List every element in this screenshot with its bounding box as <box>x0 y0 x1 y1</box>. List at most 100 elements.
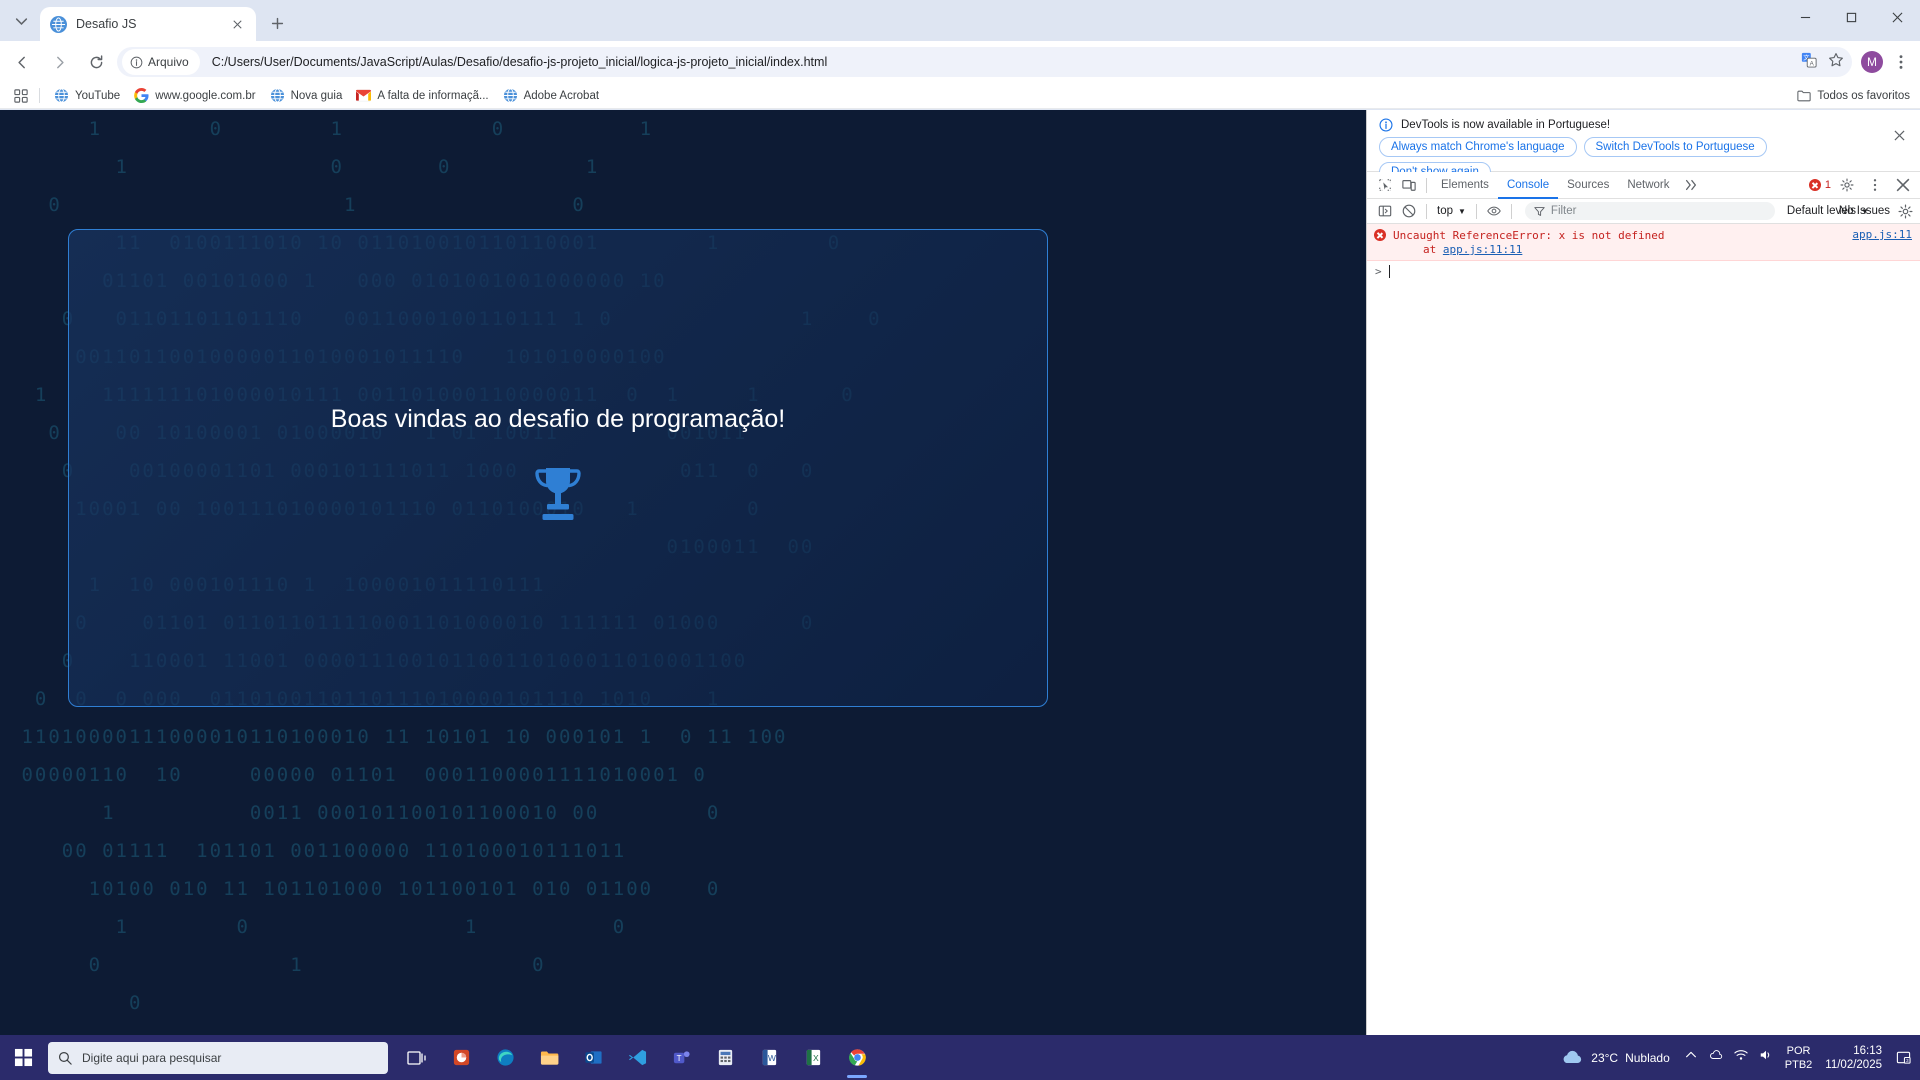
maximize-button[interactable] <box>1828 0 1874 34</box>
all-bookmarks-label: Todos os favoritos <box>1817 89 1910 102</box>
devtools-more-options-icon[interactable] <box>1863 174 1887 196</box>
divider <box>39 88 40 103</box>
onedrive-icon[interactable] <box>1709 1048 1723 1067</box>
text-caret <box>1388 265 1390 278</box>
weather-widget[interactable]: 23°C Nublado <box>1560 1049 1670 1066</box>
svg-text:T: T <box>676 1054 681 1063</box>
error-text: Uncaught ReferenceError: x is not define… <box>1393 229 1665 242</box>
search-placeholder: Digite aqui para pesquisar <box>82 1050 222 1065</box>
tab-strip: Desafio JS <box>0 0 1920 41</box>
console-sidebar-icon[interactable] <box>1373 200 1397 222</box>
network-icon[interactable] <box>1734 1048 1748 1067</box>
console-error-message[interactable]: Uncaught ReferenceError: x is not define… <box>1367 224 1920 261</box>
close-devtools-icon[interactable] <box>1891 174 1915 196</box>
clear-console-icon[interactable] <box>1397 200 1421 222</box>
close-icon[interactable] <box>1894 128 1910 144</box>
notice-message: DevTools is now available in Portuguese! <box>1401 119 1611 131</box>
window-controls <box>1782 0 1920 34</box>
globe-icon <box>54 88 69 103</box>
avatar[interactable]: M <box>1861 51 1883 73</box>
outlook-icon[interactable] <box>572 1035 614 1080</box>
excel-icon[interactable]: X <box>792 1035 834 1080</box>
issues-status[interactable]: No Issues <box>1839 205 1890 217</box>
file-explorer-icon[interactable] <box>528 1035 570 1080</box>
edge-icon[interactable] <box>484 1035 526 1080</box>
bookmark-star-icon[interactable] <box>1828 52 1844 73</box>
settings-gear-icon[interactable] <box>1835 174 1859 196</box>
language-line2: PTB2 <box>1784 1058 1813 1071</box>
switch-to-portuguese-button[interactable]: Switch DevTools to Portuguese <box>1583 137 1767 157</box>
task-view-icon[interactable] <box>396 1035 438 1080</box>
chrome-icon[interactable] <box>836 1035 878 1080</box>
globe-icon <box>503 88 518 103</box>
error-at-prefix: at <box>1423 243 1443 256</box>
browser-toolbar: Arquivo C:/Users/User/Documents/JavaScri… <box>0 41 1920 83</box>
translate-icon[interactable]: 文A <box>1801 52 1817 73</box>
bookmark-item-youtube[interactable]: YouTube <box>47 85 127 107</box>
bookmark-label: YouTube <box>75 89 121 102</box>
inspect-element-icon[interactable] <box>1373 174 1397 196</box>
teams-icon[interactable]: T <box>660 1035 702 1080</box>
device-toolbar-icon[interactable] <box>1397 174 1421 196</box>
error-source-link[interactable]: app.js:11 <box>1852 228 1912 241</box>
cloud-icon <box>1563 1050 1582 1064</box>
tab-network[interactable]: Network <box>1618 172 1678 199</box>
filter-input[interactable]: Filter <box>1524 202 1775 220</box>
new-tab-button[interactable] <box>262 8 292 38</box>
volume-icon[interactable] <box>1759 1048 1773 1067</box>
error-stack-link[interactable]: app.js:11:11 <box>1443 243 1522 256</box>
chrome-menu-icon[interactable] <box>1887 48 1915 76</box>
bookmark-item-adobe-acrobat[interactable]: Adobe Acrobat <box>496 85 606 107</box>
bookmark-item-google[interactable]: www.google.com.br <box>127 85 262 107</box>
browser-tab[interactable]: Desafio JS <box>40 7 256 41</box>
devtools-language-notice: DevTools is now available in Portuguese!… <box>1367 110 1920 182</box>
security-chip-label: Arquivo <box>148 55 189 69</box>
welcome-card: Boas vindas ao desafio de programação! <box>68 229 1048 707</box>
powerpoint-icon[interactable] <box>440 1035 482 1080</box>
chevron-up-icon[interactable] <box>1684 1048 1698 1067</box>
svg-text:3: 3 <box>1905 1058 1908 1063</box>
error-count-badge[interactable]: 1 <box>1808 179 1831 191</box>
close-button[interactable] <box>1874 0 1920 34</box>
context-label: top <box>1437 205 1453 217</box>
start-button[interactable] <box>0 1035 46 1080</box>
language-indicator[interactable]: POR PTB2 <box>1785 1044 1813 1072</box>
bookmark-item-gmail[interactable]: A falta de informaçã... <box>349 85 495 107</box>
back-icon[interactable] <box>7 47 37 77</box>
console-prompt[interactable]: > <box>1367 261 1920 282</box>
apps-grid-icon[interactable] <box>10 85 32 107</box>
taskbar-apps: T W X <box>396 1035 878 1080</box>
url-text: C:/Users/User/Documents/JavaScript/Aulas… <box>211 55 828 69</box>
bookmark-label: www.google.com.br <box>155 89 256 102</box>
windows-taskbar: Digite aqui para pesquisar T W X 23°C Nu… <box>0 1035 1920 1080</box>
minimize-button[interactable] <box>1782 0 1828 34</box>
bookmark-item-nova-guia[interactable]: Nova guia <box>263 85 350 107</box>
bookmark-label: Nova guia <box>290 89 343 102</box>
address-bar[interactable]: Arquivo C:/Users/User/Documents/JavaScri… <box>117 47 1852 77</box>
console-settings-icon[interactable] <box>1898 204 1913 219</box>
tab-sources[interactable]: Sources <box>1558 172 1618 199</box>
vscode-icon[interactable] <box>616 1035 658 1080</box>
page-viewport: 1 0 1 0 1 1 0 0 1 0 1 0 11 0100111010 10… <box>0 110 1366 1035</box>
all-bookmarks-button[interactable]: Todos os favoritos <box>1797 89 1910 103</box>
calculator-icon[interactable] <box>704 1035 746 1080</box>
tab-console[interactable]: Console <box>1497 172 1559 199</box>
word-icon[interactable]: W <box>748 1035 790 1080</box>
page-title: Boas vindas ao desafio de programação! <box>330 405 786 433</box>
bookmark-label: A falta de informaçã... <box>377 89 489 102</box>
notifications-button[interactable]: 3 <box>1892 1047 1914 1069</box>
always-match-language-button[interactable]: Always match Chrome's language <box>1379 137 1577 157</box>
tab-elements[interactable]: Elements <box>1432 172 1498 199</box>
execution-context-selector[interactable]: top ▼ <box>1432 205 1471 217</box>
console-messages: Uncaught ReferenceError: x is not define… <box>1367 224 1920 282</box>
security-chip[interactable]: Arquivo <box>122 49 200 75</box>
reload-icon[interactable] <box>81 47 111 77</box>
live-expression-eye-icon[interactable] <box>1482 200 1506 222</box>
more-tabs-icon[interactable] <box>1679 174 1703 196</box>
clock[interactable]: 16:13 11/02/2025 <box>1825 1044 1882 1072</box>
error-count: 1 <box>1824 179 1831 191</box>
tab-search-icon[interactable] <box>4 4 38 38</box>
taskbar-search-box[interactable]: Digite aqui para pesquisar <box>48 1041 388 1074</box>
close-icon[interactable] <box>228 15 246 33</box>
forward-icon[interactable] <box>44 47 74 77</box>
